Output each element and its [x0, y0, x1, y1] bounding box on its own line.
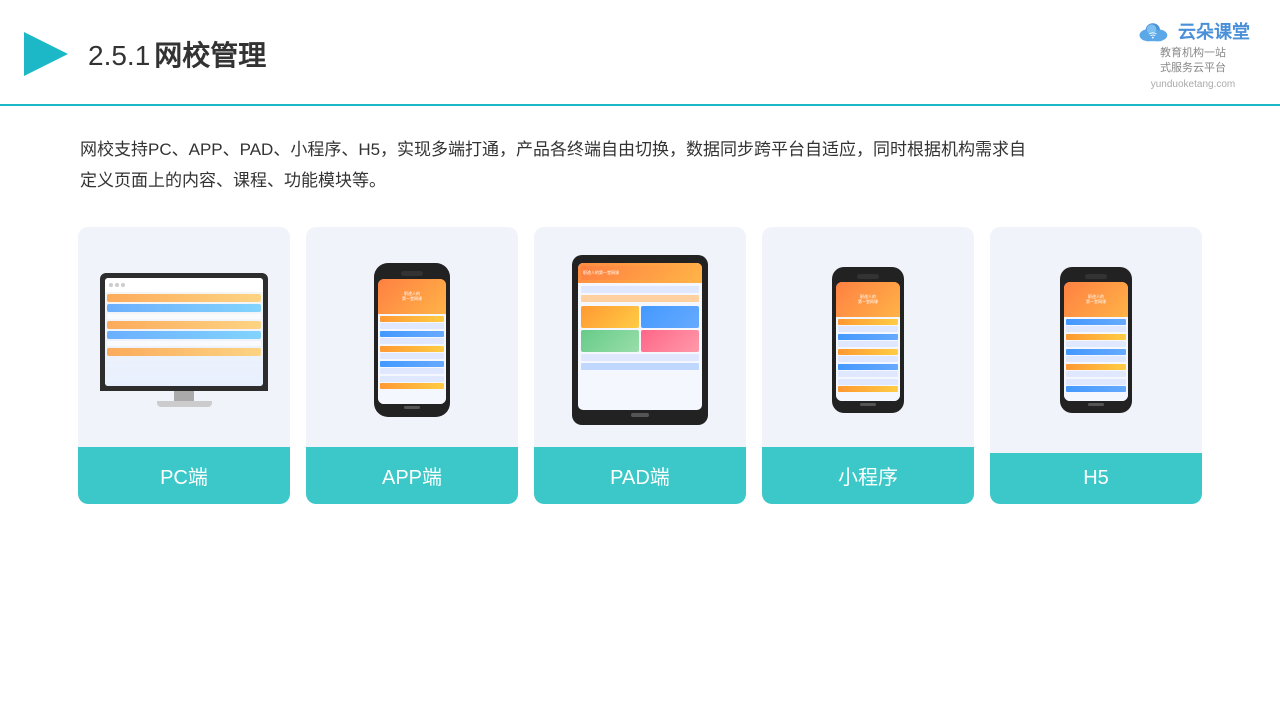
app-phone-mockup: 职途人的第一堂网课 — [374, 263, 450, 417]
logo-cloud: 云朵课堂 — [1136, 18, 1250, 44]
card-pc: PC端 — [78, 227, 290, 504]
page-header: 2.5.1网校管理 云朵课堂 教育机构一站式服务云平台 yundu — [0, 0, 1280, 106]
card-miniprogram-label: 小程序 — [762, 447, 974, 504]
page-title: 2.5.1网校管理 — [88, 34, 266, 74]
header-left: 2.5.1网校管理 — [20, 28, 266, 80]
card-miniprogram-image: 职途人的第一堂网课 — [762, 227, 974, 447]
logo-brand-text: 云朵课堂 — [1178, 18, 1250, 44]
h5-phone-mockup: 职途人的第一堂网课 — [1060, 267, 1132, 413]
pad-tablet-mockup: 职途人的第一堂网课 — [572, 255, 708, 425]
card-app: 职途人的第一堂网课 — [306, 227, 518, 504]
card-h5: 职途人的第一堂网课 — [990, 227, 1202, 504]
card-pad-image: 职途人的第一堂网课 — [534, 227, 746, 447]
cloud-logo-icon — [1136, 18, 1172, 44]
description-text: 网校支持PC、APP、PAD、小程序、H5，实现多端打通，产品各终端自由切换，数… — [0, 106, 1100, 217]
card-miniprogram: 职途人的第一堂网课 — [762, 227, 974, 504]
card-pad-label: PAD端 — [534, 447, 746, 504]
card-h5-label: H5 — [990, 453, 1202, 504]
card-app-label: APP端 — [306, 447, 518, 504]
logo-tagline: 教育机构一站式服务云平台 — [1160, 46, 1226, 77]
card-pad: 职途人的第一堂网课 — [534, 227, 746, 504]
play-icon — [20, 28, 72, 80]
card-pc-label: PC端 — [78, 447, 290, 504]
card-pc-image — [78, 227, 290, 447]
miniprogram-phone-mockup: 职途人的第一堂网课 — [832, 267, 904, 413]
logo-url: yunduoketang.com — [1151, 79, 1236, 90]
pc-monitor-mockup — [100, 273, 268, 407]
cards-container: PC端 职途人的第一堂网课 — [0, 217, 1280, 504]
card-h5-image: 职途人的第一堂网课 — [990, 227, 1202, 447]
logo-area: 云朵课堂 教育机构一站式服务云平台 yunduoketang.com — [1136, 18, 1250, 90]
card-app-image: 职途人的第一堂网课 — [306, 227, 518, 447]
